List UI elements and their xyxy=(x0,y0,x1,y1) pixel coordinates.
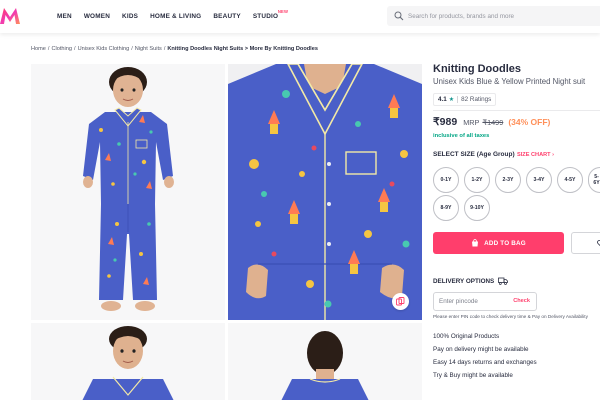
star-icon: ★ xyxy=(448,97,455,103)
product-brand: Knitting Doodles xyxy=(433,63,521,75)
truck-icon xyxy=(498,277,509,285)
breadcrumb-separator: / xyxy=(163,46,166,52)
check-pincode-button[interactable]: Check xyxy=(513,298,530,304)
main-nav: MEN WOMEN KIDS HOME & LIVING BEAUTY STUD… xyxy=(57,0,290,33)
breadcrumb-current: Knitting Doodles Night Suits > More By K… xyxy=(167,46,318,52)
add-to-bag-label: ADD TO BAG xyxy=(484,239,526,247)
feature-easy-returns: Easy 14 days returns and exchanges xyxy=(433,359,537,366)
ratings-summary[interactable]: 4.1 ★ 82 Ratings xyxy=(433,93,497,106)
bag-icon xyxy=(472,239,479,247)
select-size-heading: SELECT SIZE (Age Group) xyxy=(433,151,515,158)
myntra-logo[interactable] xyxy=(0,8,20,24)
mrp-label: MRP xyxy=(463,118,480,127)
nav-studio-label: STUDIO xyxy=(252,13,279,20)
size-option-1-2y[interactable]: 1-2Y xyxy=(464,167,490,193)
breadcrumb-home[interactable]: Home xyxy=(31,46,46,52)
size-option-9-10y[interactable]: 9-10Y xyxy=(464,195,490,221)
breadcrumb-unisex-kids-clothing[interactable]: Unisex Kids Clothing xyxy=(78,46,130,52)
selling-price: ₹989 xyxy=(433,116,458,128)
pincode-box: Check xyxy=(433,292,537,311)
product-image-front-face[interactable] xyxy=(31,323,225,400)
similar-products-button[interactable] xyxy=(392,293,409,310)
rating-value: 4.1 xyxy=(438,96,447,103)
add-to-bag-button[interactable]: ADD TO BAG xyxy=(433,232,564,254)
size-option-8-9y[interactable]: 8-9Y xyxy=(433,195,459,221)
price-row: ₹989 MRP ₹1499 (34% OFF) xyxy=(433,116,550,128)
ratings-count: 82 Ratings xyxy=(461,96,492,103)
tax-note: inclusive of all taxes xyxy=(433,133,490,139)
site-header: MEN WOMEN KIDS HOME & LIVING BEAUTY STUD… xyxy=(0,0,600,33)
pincode-input[interactable] xyxy=(439,293,509,310)
feature-pay-on-delivery: Pay on delivery might be available xyxy=(433,346,529,353)
discount-percent: (34% OFF) xyxy=(508,117,551,127)
info-divider xyxy=(433,110,600,111)
breadcrumb-separator: / xyxy=(74,46,76,52)
rating-divider xyxy=(457,96,459,103)
size-option-5-6y[interactable]: 5-6Y xyxy=(588,167,600,193)
nav-studio[interactable]: STUDIO NEW xyxy=(252,9,288,20)
size-option-0-1y[interactable]: 0-1Y xyxy=(433,167,459,193)
new-badge: NEW xyxy=(277,9,289,14)
feature-original-products: 100% Original Products xyxy=(433,333,500,340)
search-icon[interactable] xyxy=(394,11,404,21)
delivery-options-heading: DELIVERY OPTIONS xyxy=(433,277,509,285)
breadcrumb: Home / Clothing / Unisex Kids Clothing / Night… xyxy=(31,46,318,52)
search-input[interactable] xyxy=(408,6,596,26)
similar-icon xyxy=(396,297,405,306)
mrp-price: ₹1499 xyxy=(482,118,504,127)
wishlist-button[interactable] xyxy=(571,232,600,254)
size-option-3-4y[interactable]: 3-4Y xyxy=(526,167,552,193)
pincode-note: Please enter PIN code to check delivery … xyxy=(433,314,588,319)
feature-try-and-buy: Try & Buy might be available xyxy=(433,372,513,379)
product-name: Unisex Kids Blue & Yellow Printed Night … xyxy=(433,77,586,86)
delivery-options-label: DELIVERY OPTIONS xyxy=(433,277,495,285)
product-image-back-view[interactable] xyxy=(228,323,422,400)
breadcrumb-separator: / xyxy=(47,46,50,52)
search-bar xyxy=(387,6,600,26)
product-image-full-body[interactable] xyxy=(31,64,225,320)
nav-beauty[interactable]: BEAUTY xyxy=(213,13,240,20)
nav-women[interactable]: WOMEN xyxy=(84,13,110,20)
nav-kids[interactable]: KIDS xyxy=(122,13,138,20)
nav-men[interactable]: MEN xyxy=(57,13,72,20)
breadcrumb-night-suits[interactable]: Night Suits xyxy=(135,46,162,52)
breadcrumb-clothing[interactable]: Clothing xyxy=(51,46,72,52)
size-option-4-5y[interactable]: 4-5Y xyxy=(557,167,583,193)
size-option-2-3y[interactable]: 2-3Y xyxy=(495,167,521,193)
size-chart-link[interactable]: SIZE CHART › xyxy=(517,152,554,158)
product-image-closeup[interactable] xyxy=(228,64,422,320)
breadcrumb-separator: / xyxy=(131,46,133,52)
nav-home-living[interactable]: HOME & LIVING xyxy=(150,13,201,20)
